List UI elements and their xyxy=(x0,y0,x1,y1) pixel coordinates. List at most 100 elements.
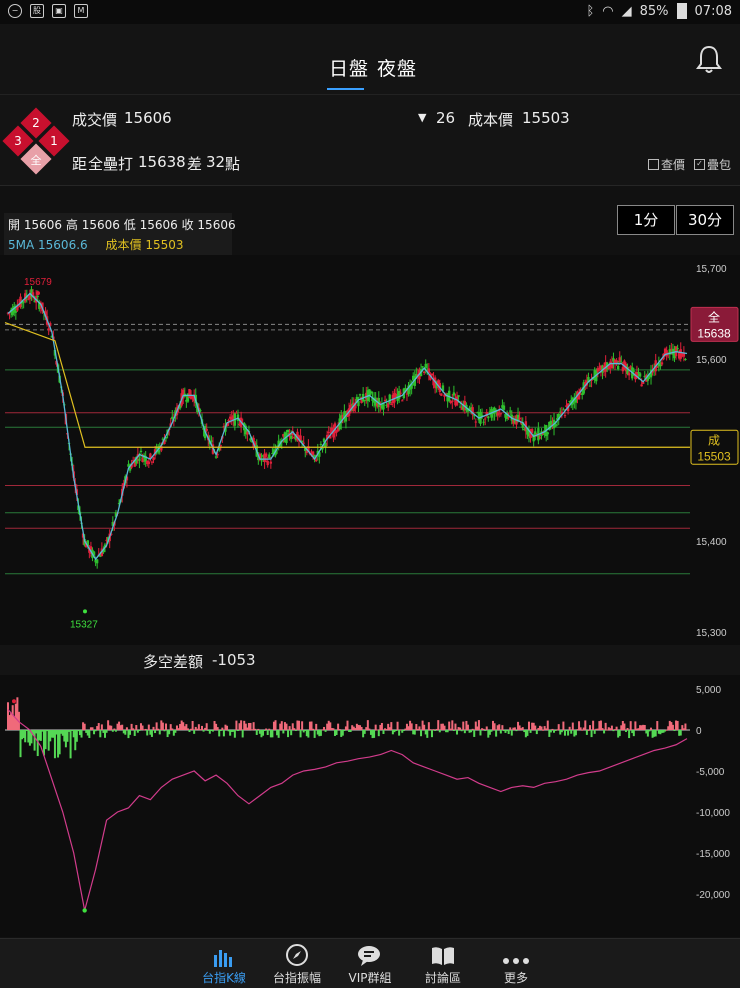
diff-bar xyxy=(280,721,283,730)
diff-bar xyxy=(380,722,383,730)
diff-high-marker xyxy=(12,699,16,704)
interval-30min-button[interactable]: 30分 xyxy=(676,205,734,235)
diff-bar xyxy=(83,723,86,730)
candle-body xyxy=(640,384,643,387)
diff-bar xyxy=(310,721,313,730)
candle-body xyxy=(518,417,521,419)
diff-bar xyxy=(293,728,296,730)
candle-body xyxy=(315,459,318,462)
diff-bar xyxy=(97,723,100,730)
candle-body xyxy=(421,366,424,368)
diff-bar xyxy=(138,730,141,731)
diff-bar xyxy=(396,721,399,730)
diff-bar xyxy=(335,730,338,735)
diff-bar xyxy=(373,730,376,738)
diff-bar xyxy=(360,726,363,730)
diff-bar xyxy=(546,720,549,730)
diff-bar xyxy=(410,723,413,730)
diff-bar xyxy=(249,722,252,730)
candle-body xyxy=(363,399,366,402)
diff-bar xyxy=(618,730,621,737)
candle-body xyxy=(440,393,443,396)
diff-bar xyxy=(282,730,285,734)
diff-bar xyxy=(498,724,501,730)
wifi-icon: ◠ xyxy=(602,3,614,19)
bell-icon[interactable] xyxy=(696,44,722,74)
interval-1min-button[interactable]: 1分 xyxy=(617,205,675,235)
diff-bar xyxy=(191,721,194,730)
nav-index-kline-label: 台指K線 xyxy=(202,971,246,985)
diff-bar xyxy=(562,721,565,730)
candle-body xyxy=(266,461,269,466)
candle-body xyxy=(656,366,659,368)
distance-target-value: 15638 xyxy=(138,153,186,171)
nav-index-amplitude[interactable]: 台指振幅 xyxy=(259,939,335,986)
price-axis-tick: 15,300 xyxy=(696,628,727,639)
bottom-nav: 台指K線 台指振幅 VIP群組 討論區 更多 xyxy=(0,938,740,988)
diff-bar xyxy=(568,726,571,730)
distance-target-label: 全壘打 xyxy=(88,155,134,173)
mail-icon: M xyxy=(74,4,88,18)
diff-bar xyxy=(152,726,155,730)
candle-body xyxy=(430,373,434,376)
diff-bar xyxy=(113,728,116,730)
candle-body xyxy=(660,362,664,365)
nav-vip-group-label: VIP群組 xyxy=(348,971,392,985)
diff-bar xyxy=(75,730,78,742)
diff-bar xyxy=(188,730,191,733)
diff-bar xyxy=(255,730,258,735)
diff-bar xyxy=(346,720,349,730)
candle-body xyxy=(152,457,155,461)
distance-diff-value: 32 xyxy=(206,153,226,171)
nav-index-kline[interactable]: 台指K線 xyxy=(186,939,262,986)
diff-bar xyxy=(271,730,274,738)
diff-bar xyxy=(235,720,238,730)
diff-bar xyxy=(299,730,302,738)
diff-bar xyxy=(527,721,530,730)
diff-bar xyxy=(141,725,144,730)
candle-body xyxy=(424,363,427,369)
tab-night-session[interactable]: 夜盤 xyxy=(377,54,417,81)
candle-body xyxy=(632,370,636,372)
diff-bar xyxy=(290,730,293,736)
candle-body xyxy=(268,454,271,459)
candle-body xyxy=(246,432,249,435)
cost-legend-label: 成本價 xyxy=(105,238,142,252)
diff-bar xyxy=(147,724,150,730)
candle-body xyxy=(638,373,642,377)
level-badge-1-label: 1 xyxy=(50,134,58,148)
price-chart[interactable]: 15679 15327 15,700 15,600 15,400 15,300 全 15638… xyxy=(0,200,740,938)
diff-bar xyxy=(549,730,552,733)
candle-body xyxy=(563,415,567,417)
nav-index-amplitude-label: 台指振幅 xyxy=(272,971,321,985)
diff-bar xyxy=(274,720,277,730)
candle-body xyxy=(286,429,290,433)
diff-bar xyxy=(587,729,590,731)
nav-more[interactable]: 更多 xyxy=(478,939,554,986)
diff-bar xyxy=(158,730,161,735)
diff-bar xyxy=(426,730,429,738)
price-tag-label: 成 xyxy=(708,433,720,447)
nav-forum[interactable]: 討論區 xyxy=(405,939,481,986)
candle-body xyxy=(422,371,426,374)
close-value: 15606 xyxy=(197,218,236,232)
candle-body xyxy=(95,559,99,564)
check-price-option[interactable]: 查價 xyxy=(648,156,685,173)
nav-vip-group[interactable]: VIP群組 xyxy=(332,939,408,986)
candle-body xyxy=(588,385,592,387)
tab-day-session[interactable]: 日盤 xyxy=(329,54,369,81)
status-bar: − 股 ▣ M ᛒ ◠ ◢ 85% 07:08 xyxy=(0,0,740,24)
candle-body xyxy=(141,458,144,462)
level-badge-2-label: 2 xyxy=(32,116,40,130)
diff-bar xyxy=(615,726,618,730)
candle-body xyxy=(487,416,490,419)
candle-body xyxy=(509,410,512,412)
diff-bar xyxy=(312,728,315,730)
overlay-option[interactable]: ✓ 疊包 xyxy=(694,156,731,173)
candle-body xyxy=(199,410,202,412)
diff-bar xyxy=(526,730,529,736)
high-marker-label: 15679 xyxy=(24,277,52,288)
candle-body xyxy=(47,328,50,330)
candle-body xyxy=(659,364,662,367)
diff-bar xyxy=(676,720,679,730)
